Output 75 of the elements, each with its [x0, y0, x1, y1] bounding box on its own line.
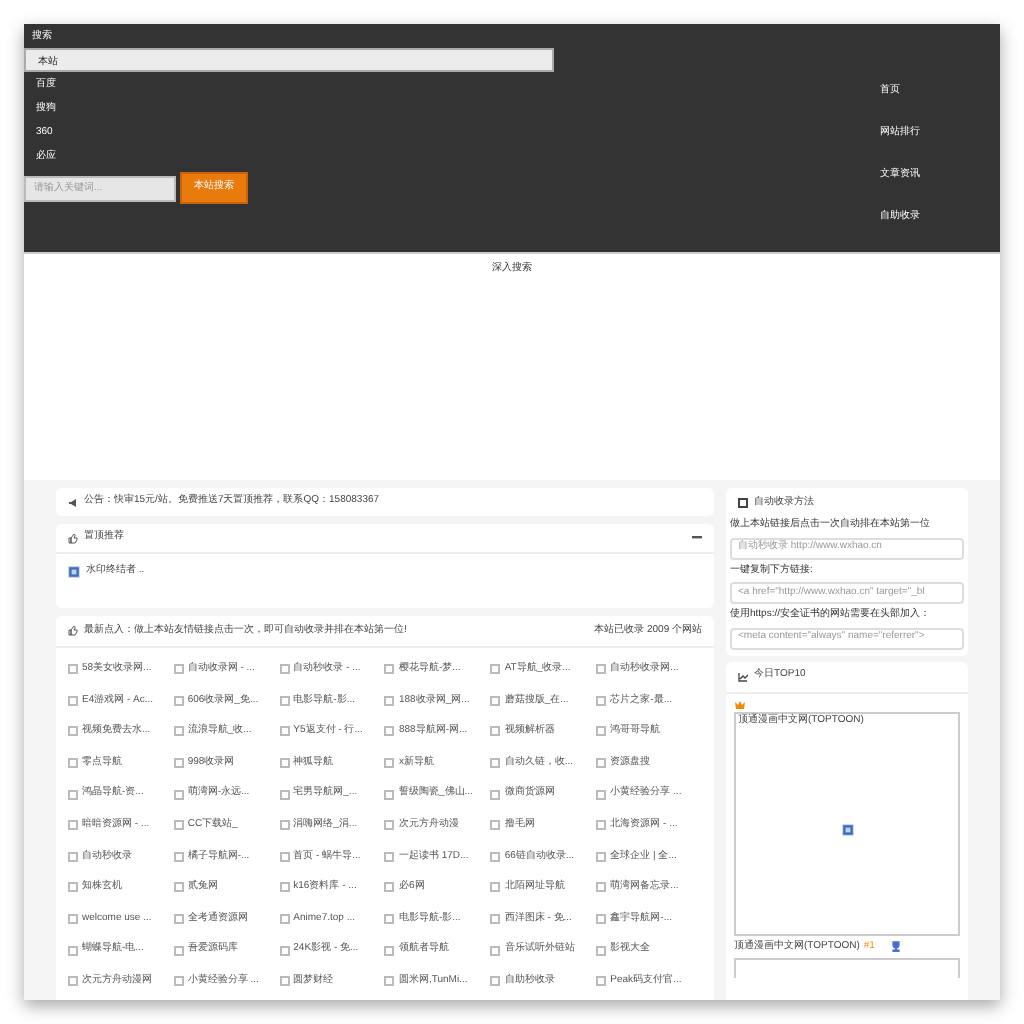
checkbox[interactable] [490, 914, 501, 925]
checkbox[interactable] [68, 695, 78, 706]
image-icon [68, 565, 80, 578]
line-chart-icon [738, 671, 748, 681]
checkbox[interactable] [490, 945, 501, 956]
checkbox[interactable] [279, 976, 290, 987]
checkbox[interactable] [68, 789, 78, 800]
checkbox[interactable] [279, 945, 290, 956]
checkbox[interactable] [68, 882, 78, 893]
checkbox[interactable] [596, 914, 607, 925]
checkbox[interactable] [279, 882, 290, 893]
checkbox[interactable] [68, 758, 78, 769]
checkbox[interactable] [279, 820, 290, 831]
checkbox[interactable] [384, 758, 395, 769]
checkbox[interactable] [173, 695, 184, 706]
checkbox[interactable] [490, 789, 501, 800]
thumbs-up-icon [68, 626, 78, 636]
checkbox[interactable] [279, 914, 290, 925]
image-frame[interactable] [734, 958, 960, 978]
checkbox[interactable] [68, 976, 78, 987]
checkbox[interactable] [279, 695, 290, 706]
checkbox[interactable] [596, 882, 607, 893]
checkbox[interactable] [68, 914, 78, 925]
checkbox[interactable] [384, 820, 395, 831]
checkbox[interactable] [173, 726, 184, 737]
checkbox[interactable] [173, 851, 184, 862]
checkbox[interactable] [490, 976, 501, 987]
checkbox[interactable] [596, 695, 607, 706]
checkbox[interactable] [279, 726, 290, 737]
checkbox[interactable] [596, 726, 607, 737]
checkbox[interactable] [173, 882, 184, 893]
checkbox[interactable] [68, 820, 78, 831]
checkbox[interactable] [384, 882, 395, 893]
trophy-icon [890, 940, 903, 953]
checkbox[interactable] [490, 664, 501, 675]
checkbox[interactable] [384, 976, 395, 987]
checkbox[interactable] [596, 851, 607, 862]
checkbox[interactable] [490, 882, 501, 893]
checkbox[interactable] [173, 758, 184, 769]
checkbox[interactable] [490, 695, 501, 706]
checkbox[interactable] [596, 976, 607, 987]
crown-icon [734, 699, 746, 709]
checkbox[interactable] [384, 789, 395, 800]
checkbox[interactable] [384, 914, 395, 925]
checkbox[interactable] [68, 664, 78, 675]
checkbox[interactable] [173, 664, 184, 675]
checkbox[interactable] [596, 758, 607, 769]
checkbox[interactable] [279, 851, 290, 862]
checkbox[interactable] [173, 820, 184, 831]
checkbox[interactable] [68, 851, 78, 862]
broken-image-icon [841, 824, 853, 837]
checkbox[interactable] [279, 758, 290, 769]
megaphone-icon [68, 497, 78, 507]
checkbox[interactable] [173, 945, 184, 956]
checkbox[interactable] [68, 945, 78, 956]
checkbox[interactable] [384, 726, 395, 737]
checkbox[interactable] [173, 789, 184, 800]
checkbox[interactable] [490, 820, 501, 831]
checkbox[interactable] [279, 789, 290, 800]
checkbox[interactable] [68, 726, 78, 737]
checkbox[interactable] [596, 789, 607, 800]
checkbox[interactable] [490, 726, 501, 737]
checkbox[interactable] [384, 945, 395, 956]
checkbox[interactable] [490, 758, 501, 769]
checkbox[interactable] [596, 945, 607, 956]
checkbox[interactable] [384, 664, 395, 675]
checkbox[interactable] [384, 851, 395, 862]
checkbox[interactable] [596, 664, 607, 675]
checkbox[interactable] [173, 976, 184, 987]
checkbox[interactable] [279, 664, 290, 675]
checkbox[interactable] [596, 820, 607, 831]
checkbox[interactable] [173, 914, 184, 925]
checkbox[interactable] [490, 851, 501, 862]
checkbox[interactable] [384, 695, 395, 706]
thumbs-up-icon [68, 533, 78, 543]
